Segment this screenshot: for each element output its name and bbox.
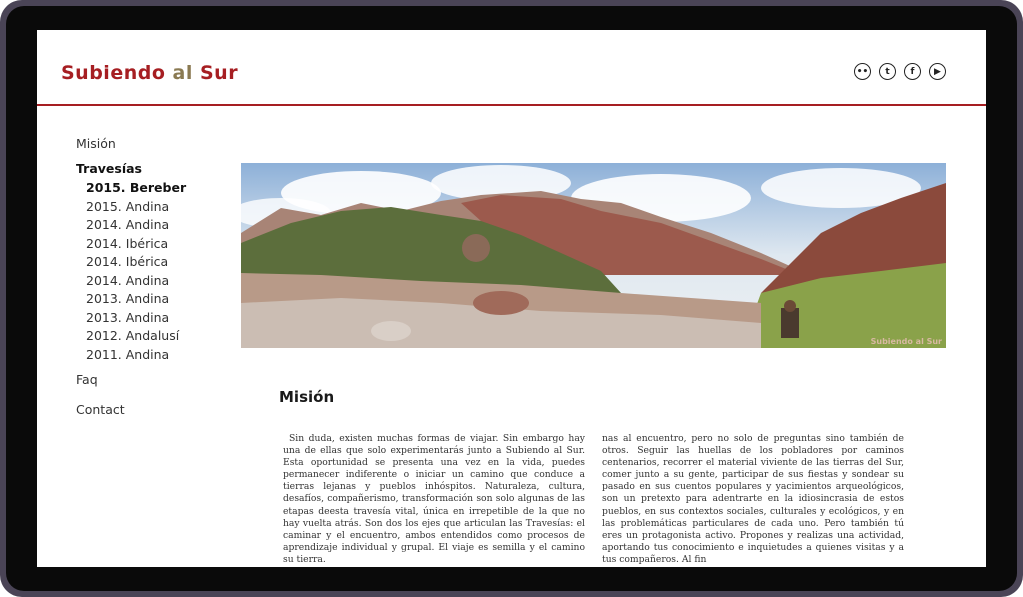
logo-text-1: Subiendo (61, 62, 166, 84)
text-column-2: nas al encuentro, pero no solo de pregun… (602, 433, 904, 565)
nav-subitem[interactable]: 2013. Andina (86, 310, 169, 325)
header-divider (37, 104, 986, 106)
nav-item-mision[interactable]: Misión (76, 136, 116, 151)
banner-watermark: Subiendo al Sur (870, 337, 942, 346)
nav-subitem[interactable]: 2014. Andina (86, 217, 169, 232)
nav-subitem[interactable]: 2014. Ibérica (86, 254, 168, 269)
twitter-icon[interactable]: t (879, 63, 896, 80)
landscape-photo (241, 163, 946, 348)
flickr-icon[interactable]: •• (854, 63, 871, 80)
browser-viewport: Subiendo al Sur •• t f ▶ Misión Travesía… (37, 30, 986, 567)
nav-subitem[interactable]: 2011. Andina (86, 347, 169, 362)
page-title: Misión (279, 388, 335, 406)
site-logo[interactable]: Subiendo al Sur (61, 62, 238, 84)
social-links: •• t f ▶ (854, 63, 946, 80)
nav-subitem[interactable]: 2015. Andina (86, 199, 169, 214)
nav-subitem[interactable]: 2014. Andina (86, 273, 169, 288)
nav-item-contact[interactable]: Contact (76, 402, 125, 417)
youtube-icon[interactable]: ▶ (929, 63, 946, 80)
text-column-1: Sin duda, existen muchas formas de viaja… (283, 433, 585, 565)
facebook-icon[interactable]: f (904, 63, 921, 80)
nav-subitem[interactable]: 2013. Andina (86, 291, 169, 306)
nav-item-faq[interactable]: Faq (76, 372, 98, 387)
nav-item-travesias[interactable]: Travesías (76, 161, 142, 176)
nav-subitem[interactable]: 2014. Ibérica (86, 236, 168, 251)
nav-subitem[interactable]: 2015. Bereber (86, 180, 186, 195)
logo-text-3: Sur (199, 62, 239, 84)
banner-image: Subiendo al Sur (241, 163, 946, 348)
nav-subitem[interactable]: 2012. Andalusí (86, 328, 179, 343)
logo-text-2: al (172, 62, 193, 84)
